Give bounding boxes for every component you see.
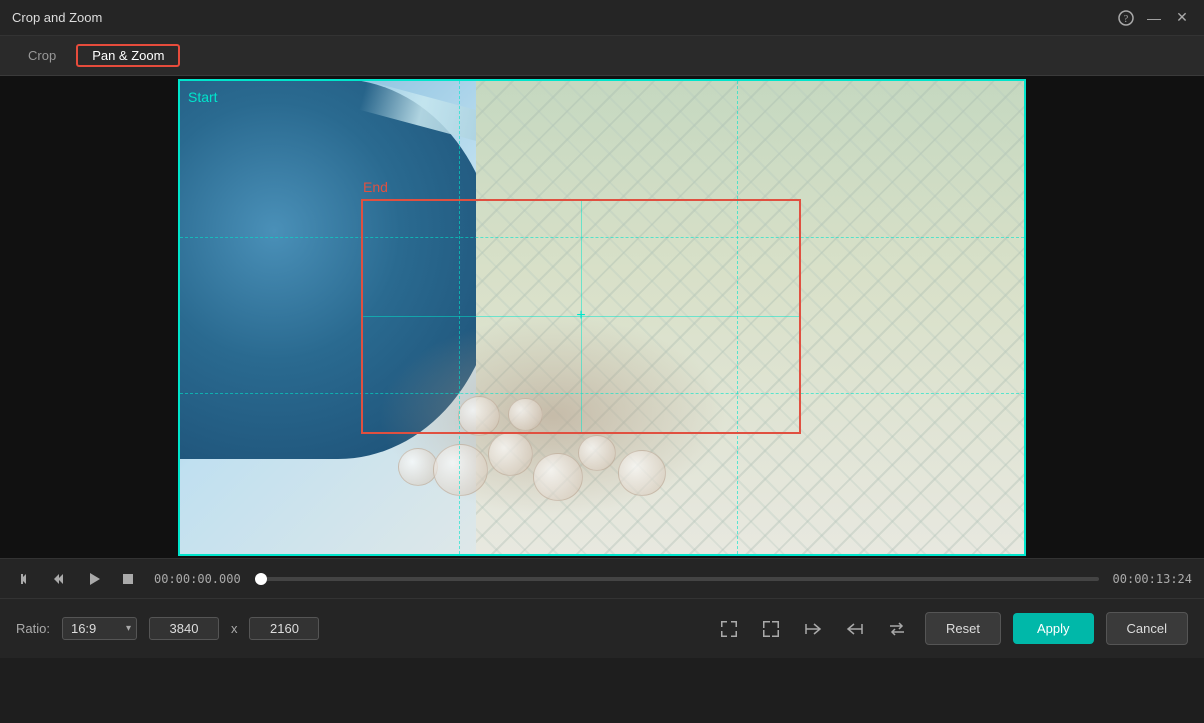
dimension-separator: x	[231, 621, 238, 636]
title-bar-left: Crop and Zoom	[12, 10, 102, 25]
title-controls: ? — ✕	[1116, 8, 1192, 28]
cancel-button[interactable]: Cancel	[1106, 612, 1188, 645]
height-input[interactable]	[249, 617, 319, 640]
video-area: Start End +	[0, 76, 1204, 558]
frame-back-button[interactable]	[46, 565, 74, 593]
skip-back-icon	[19, 572, 33, 586]
arrow-right-button[interactable]	[797, 613, 829, 645]
arrow-right-icon	[804, 620, 822, 638]
frame-back-icon	[53, 572, 67, 586]
video-canvas: Start End +	[178, 79, 1026, 556]
help-icon: ?	[1118, 10, 1134, 26]
tab-pan-zoom[interactable]: Pan & Zoom	[76, 44, 180, 67]
seekbar[interactable]	[261, 577, 1099, 581]
fullscreen-icon	[762, 620, 780, 638]
minimize-icon: —	[1147, 10, 1161, 26]
end-frame[interactable]: End +	[361, 199, 801, 434]
current-time: 00:00:00.000	[154, 572, 241, 586]
ratio-select[interactable]: 16:94:31:19:16Custom	[62, 617, 137, 640]
width-input[interactable]	[149, 617, 219, 640]
ratio-label: Ratio:	[16, 621, 50, 636]
stop-button[interactable]	[114, 565, 142, 593]
tab-crop[interactable]: Crop	[12, 44, 72, 67]
bottom-bar: Ratio: 16:94:31:19:16Custom x	[0, 598, 1204, 658]
swap-icon	[888, 620, 906, 638]
skip-back-button[interactable]	[12, 565, 40, 593]
controls-bar: 00:00:00.000 00:00:13:24	[0, 558, 1204, 598]
play-icon	[87, 572, 101, 586]
close-button[interactable]: ✕	[1172, 8, 1192, 28]
icon-group	[713, 613, 913, 645]
play-button[interactable]	[80, 565, 108, 593]
minimize-button[interactable]: —	[1144, 8, 1164, 28]
arrow-left-button[interactable]	[839, 613, 871, 645]
seekbar-thumb[interactable]	[255, 573, 267, 585]
end-label: End	[363, 179, 388, 195]
fit-screen-icon	[720, 620, 738, 638]
start-label: Start	[188, 89, 218, 105]
arrow-left-icon	[846, 620, 864, 638]
swap-button[interactable]	[881, 613, 913, 645]
help-button[interactable]: ?	[1116, 8, 1136, 28]
reset-button[interactable]: Reset	[925, 612, 1001, 645]
close-icon: ✕	[1176, 9, 1188, 26]
apply-button[interactable]: Apply	[1013, 613, 1094, 644]
end-center-mark: +	[576, 307, 585, 325]
svg-text:?: ?	[1124, 14, 1129, 25]
fullscreen-button[interactable]	[755, 613, 787, 645]
fit-to-screen-button[interactable]	[713, 613, 745, 645]
total-time: 00:00:13:24	[1113, 572, 1192, 586]
ratio-select-wrapper[interactable]: 16:94:31:19:16Custom	[62, 617, 137, 640]
tab-bar: Crop Pan & Zoom	[0, 36, 1204, 76]
stop-icon	[121, 572, 135, 586]
window-title: Crop and Zoom	[12, 10, 102, 25]
title-bar: Crop and Zoom ? — ✕	[0, 0, 1204, 36]
